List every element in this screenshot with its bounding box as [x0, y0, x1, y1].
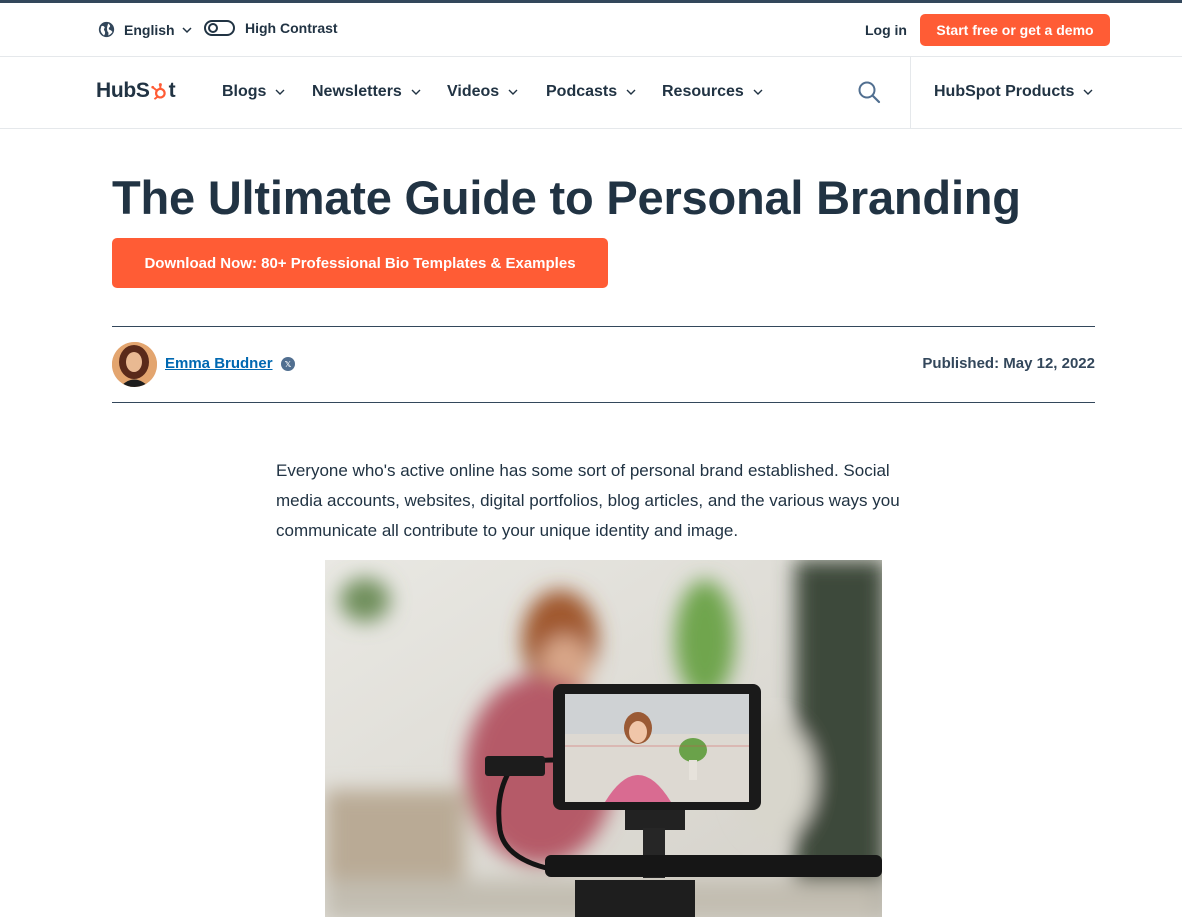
intro-paragraph: Everyone who's active online has some so…	[276, 461, 900, 540]
main-nav: HubS t Blogs Newsletters Videos Podcasts…	[0, 57, 1182, 129]
toggle-switch[interactable]	[204, 20, 235, 36]
x-social-icon[interactable]: 𝕏	[281, 357, 295, 371]
start-free-button[interactable]: Start free or get a demo	[920, 14, 1110, 46]
utility-bar: English High Contrast Log in Start free …	[0, 3, 1182, 57]
page-title: The Ultimate Guide to Personal Branding	[112, 171, 1021, 224]
nav-item-blogs[interactable]: Blogs	[222, 83, 285, 101]
high-contrast-label: High Contrast	[245, 20, 338, 36]
chevron-down-icon	[753, 89, 763, 95]
divider	[112, 402, 1095, 403]
nav-divider	[910, 57, 911, 129]
language-selector[interactable]: English	[98, 21, 192, 38]
chevron-down-icon	[1083, 89, 1093, 95]
search-icon[interactable]	[857, 80, 881, 104]
hubspot-logo[interactable]: HubS t	[96, 79, 176, 103]
hubspot-products-menu[interactable]: HubSpot Products	[934, 83, 1093, 101]
download-cta-button[interactable]: Download Now: 80+ Professional Bio Templ…	[112, 238, 608, 288]
chevron-down-icon	[411, 89, 421, 95]
sprocket-icon	[150, 82, 166, 100]
high-contrast-toggle[interactable]: High Contrast	[204, 20, 338, 36]
chevron-down-icon	[182, 26, 192, 33]
hero-image	[325, 560, 882, 917]
author-avatar[interactable]	[112, 342, 157, 387]
nav-item-resources[interactable]: Resources	[662, 83, 763, 101]
chevron-down-icon	[508, 89, 518, 95]
nav-item-videos[interactable]: Videos	[447, 83, 518, 101]
divider	[112, 326, 1095, 327]
language-label: English	[124, 21, 175, 38]
chevron-down-icon	[275, 89, 285, 95]
published-date: Published: May 12, 2022	[922, 355, 1095, 372]
nav-item-newsletters[interactable]: Newsletters	[312, 83, 421, 101]
chevron-down-icon	[626, 89, 636, 95]
login-link[interactable]: Log in	[865, 22, 907, 38]
globe-icon	[98, 21, 115, 38]
author-link[interactable]: Emma Brudner	[165, 355, 273, 372]
nav-item-podcasts[interactable]: Podcasts	[546, 83, 636, 101]
